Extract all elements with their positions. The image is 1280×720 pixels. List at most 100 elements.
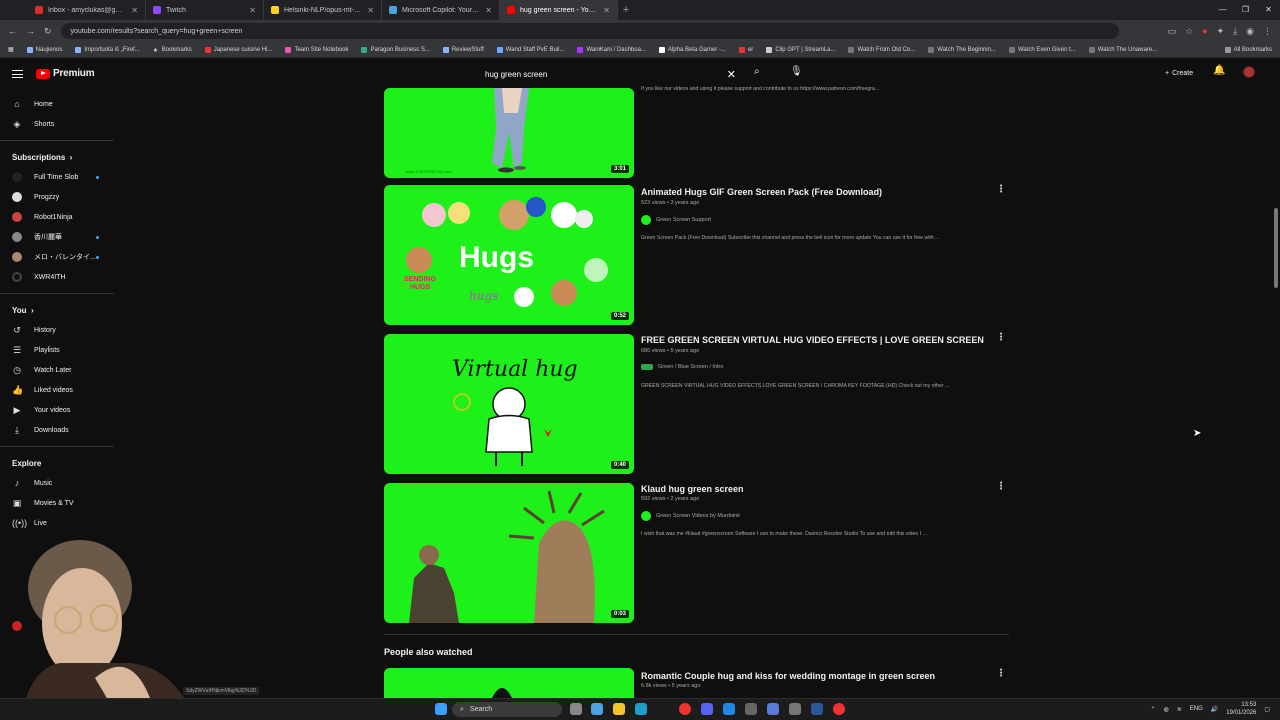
video-title[interactable]: FREE GREEN SCREEN VIRTUAL HUG VIDEO EFFE… xyxy=(641,335,984,345)
file-explorer-icon[interactable] xyxy=(613,703,625,715)
video-title[interactable]: Animated Hugs GIF Green Screen Pack (Fre… xyxy=(641,187,882,197)
sidebar-subscription[interactable]: 香川麗華 xyxy=(0,227,120,247)
bookmark-item[interactable]: Watch The Unaware... xyxy=(1088,46,1157,53)
more-actions-icon[interactable]: ⋮ xyxy=(996,481,1006,492)
app-icon[interactable] xyxy=(789,703,801,715)
bookmark-item[interactable]: Alpha Beta Gamer -... xyxy=(658,46,726,53)
record-icon[interactable] xyxy=(833,703,845,715)
sidebar-item-downloads[interactable]: ⤓ Downloads xyxy=(0,420,120,440)
bookmark-item[interactable]: er xyxy=(738,46,753,53)
bookmark-item[interactable]: Paragon Business S... xyxy=(361,46,430,53)
sidebar-item-home[interactable]: ⌂ Home xyxy=(0,94,120,114)
new-tab-button[interactable]: + xyxy=(618,4,634,16)
browser-tab[interactable]: Inbox - amyclukas@gmail.com✕ xyxy=(28,0,146,20)
windows-start-icon[interactable] xyxy=(435,703,447,715)
scrollbar-thumb[interactable] xyxy=(1274,208,1278,288)
bookmark-item[interactable]: Wand Staff PvE Buil... xyxy=(496,46,564,53)
notifications-bell-icon[interactable]: 🔔 xyxy=(1213,65,1225,76)
video-title[interactable]: Klaud hug green screen xyxy=(641,484,744,494)
bookmark-item[interactable]: Watch From Old Co... xyxy=(848,46,915,53)
youtube-premium-logo[interactable]: Premium xyxy=(36,68,95,79)
cast-icon[interactable]: ▭ xyxy=(1168,26,1177,37)
close-tab-icon[interactable]: ✕ xyxy=(367,6,374,15)
profile-icon[interactable]: ◉ xyxy=(1246,26,1254,37)
channel-link[interactable]: Green Screen Support xyxy=(641,215,711,225)
hamburger-menu-icon[interactable] xyxy=(12,70,23,78)
close-tab-icon[interactable]: ✕ xyxy=(603,6,610,15)
close-tab-icon[interactable]: ✕ xyxy=(131,6,138,15)
bookmark-item[interactable]: Naujienos xyxy=(26,46,62,53)
minimize-icon[interactable]: — xyxy=(1211,0,1234,20)
url-field[interactable]: youtube.com/results?search_query=hug+gre… xyxy=(60,23,1119,39)
browser-tab[interactable]: Twitch ✕ xyxy=(146,0,264,20)
app-icon[interactable] xyxy=(767,703,779,715)
sidebar-subscription[interactable]: Full Time Slob xyxy=(0,167,120,187)
bookmark-item[interactable]: Watch Even Given t... xyxy=(1008,46,1076,53)
apps-icon[interactable]: ▦ xyxy=(8,46,14,53)
extensions-puzzle-icon[interactable]: ✦ xyxy=(1217,26,1225,37)
chrome-icon[interactable] xyxy=(679,703,691,715)
sidebar-item-watch-later[interactable]: ◷ Watch Later xyxy=(0,360,120,380)
more-actions-icon[interactable]: ⋮ xyxy=(996,668,1006,679)
close-tab-icon[interactable]: ✕ xyxy=(485,6,492,15)
channel-link[interactable]: Green / Blue Screen / Intro xyxy=(641,364,723,370)
sidebar-item-liked-videos[interactable]: 👍 Liked videos xyxy=(0,380,120,400)
task-view-icon[interactable] xyxy=(570,703,582,715)
bookmark-item[interactable]: Japanese cuisine Hi... xyxy=(204,46,272,53)
sidebar-item-music[interactable]: ♪ Music xyxy=(0,473,120,493)
search-icon[interactable]: ⌕ xyxy=(754,66,760,77)
bookmark-item[interactable]: Watch The Beginnin... xyxy=(928,46,996,53)
network-icon[interactable]: ◍ xyxy=(1164,706,1169,713)
copilot-app-icon[interactable] xyxy=(591,703,603,715)
chevron-up-icon[interactable]: ⌃ xyxy=(1150,706,1155,713)
video-title[interactable]: Romantic Couple hug and kiss for wedding… xyxy=(641,671,935,681)
browser-tab-active[interactable]: hug green screen - YouTube✕ xyxy=(500,0,618,20)
all-bookmarks[interactable]: All Bookmarks xyxy=(1224,46,1272,53)
reload-icon[interactable]: ↻ xyxy=(44,26,52,37)
bookmark-item[interactable]: Importuota iš „Firef... xyxy=(75,46,140,53)
subscriptions-heading[interactable]: Subscriptions › xyxy=(0,147,120,167)
close-window-icon[interactable]: ✕ xyxy=(1257,0,1280,20)
sidebar-subscription[interactable]: Progzzy xyxy=(0,187,120,207)
discord-icon[interactable] xyxy=(701,703,713,715)
channel-link[interactable]: Green Screen Videos by Murdoink xyxy=(641,511,740,521)
clear-search-icon[interactable]: ✕ xyxy=(727,68,736,81)
vscode-icon[interactable] xyxy=(723,703,735,715)
sidebar-item-movies[interactable]: ▣ Movies & TV xyxy=(0,493,120,513)
star-icon[interactable]: ☆ xyxy=(1185,26,1193,37)
download-icon[interactable]: ⤓ xyxy=(1233,26,1237,37)
sidebar-item-playlists[interactable]: ☰ Playlists xyxy=(0,340,120,360)
microphone-icon[interactable]: 🎙 xyxy=(790,66,803,77)
video-thumbnail[interactable]: Hugs SENDING HUGS hugs 0:52 xyxy=(384,185,634,325)
wifi-icon[interactable]: ≋ xyxy=(1177,706,1182,713)
sidebar-item-your-videos[interactable]: ▶ Your videos xyxy=(0,400,120,420)
app-icon[interactable] xyxy=(745,703,757,715)
edge-icon[interactable] xyxy=(635,703,647,715)
sidebar-subscription[interactable]: メロ・バレンタイ... xyxy=(0,247,120,267)
browser-tab[interactable]: Helsinki-NLP/opus-mt-ru-en ✕ xyxy=(264,0,382,20)
more-actions-icon[interactable]: ⋮ xyxy=(996,332,1006,343)
video-thumbnail[interactable]: 0:03 xyxy=(384,483,634,623)
close-tab-icon[interactable]: ✕ xyxy=(249,6,256,15)
you-heading[interactable]: You › xyxy=(0,300,120,320)
search-input[interactable]: hug green screen ✕ xyxy=(478,66,748,82)
bookmark-item[interactable]: WaniKani / Dashboa... xyxy=(577,46,646,53)
video-thumbnail[interactable] xyxy=(384,668,634,698)
sidebar-item-shorts[interactable]: ◈ Shorts xyxy=(0,114,120,134)
bookmark-item[interactable]: Team Site Notebook xyxy=(285,46,348,53)
more-actions-icon[interactable]: ⋮ xyxy=(996,184,1006,195)
menu-icon[interactable]: ⋮ xyxy=(1263,26,1272,37)
bookmark-item[interactable]: ReviewStuff xyxy=(442,46,484,53)
sidebar-item-history[interactable]: ↺ History xyxy=(0,320,120,340)
video-thumbnail[interactable]: Virtual hug 0:40 xyxy=(384,334,634,474)
forward-icon[interactable]: → xyxy=(26,26,35,36)
restore-icon[interactable]: ❐ xyxy=(1234,0,1257,20)
avatar[interactable] xyxy=(1243,66,1255,78)
notification-center-icon[interactable]: ▢ xyxy=(1264,706,1270,713)
sidebar-subscription[interactable]: XWR4ITH xyxy=(0,267,120,287)
extension-icon[interactable]: ● xyxy=(1202,26,1207,36)
back-icon[interactable]: ← xyxy=(8,26,17,36)
bookmark-item[interactable]: Clip GPT | StreamLa... xyxy=(766,46,835,53)
browser-tab[interactable]: Microsoft Copilot: Your AI com✕ xyxy=(382,0,500,20)
clock[interactable]: 13:53 19/01/2026 xyxy=(1226,701,1256,717)
